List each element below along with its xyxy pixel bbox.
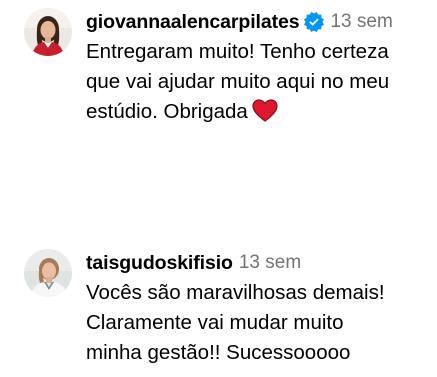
- comment-text-line: Entregaram muito! Tenho certeza: [86, 40, 389, 63]
- verified-badge-icon: [304, 12, 325, 32]
- comment-text-line: que vai ajudar muito aqui no meu: [86, 70, 390, 93]
- comment-timestamp: 13 sem: [238, 252, 302, 273]
- avatar-photo: [24, 249, 72, 297]
- red-heart-emoji-icon: [252, 99, 278, 122]
- comment-meta: taisgudoskifisio 13 sem: [86, 251, 301, 275]
- comment-timestamp: 13 sem: [330, 11, 393, 32]
- comment-text-line: estúdio. Obrigada: [86, 97, 431, 127]
- comment-text-line: Vocês são maravilhosas demais!: [86, 281, 385, 304]
- avatar-photo: [24, 8, 72, 56]
- comment-text: Entregaram muito! Tenho certeza que vai …: [86, 37, 431, 127]
- avatar[interactable]: [24, 249, 72, 297]
- comment-username[interactable]: giovannaalencarpilates: [86, 11, 300, 34]
- comment-username[interactable]: taisgudoskifisio: [86, 252, 233, 275]
- comment-text-line: minha gestão!! Sucessooooo: [86, 341, 351, 364]
- comment-text: Vocês são maravilhosas demais! Clarament…: [86, 278, 431, 368]
- comment-text-line: Claramente vai mudar muito: [86, 311, 344, 334]
- comment-meta: giovannaalencarpilates 13 sem: [86, 10, 393, 34]
- avatar[interactable]: [24, 8, 72, 56]
